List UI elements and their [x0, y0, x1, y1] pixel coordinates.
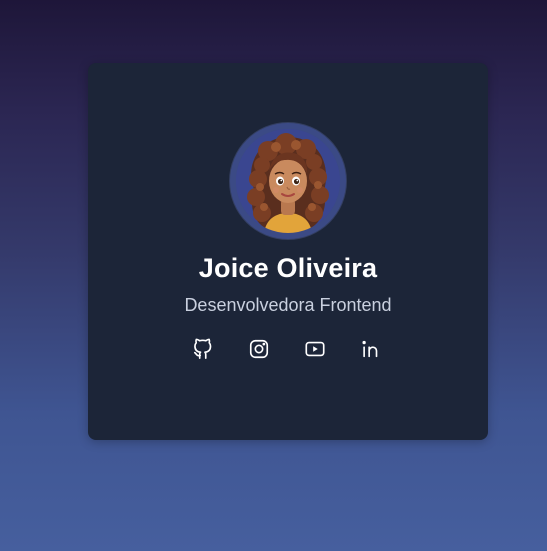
instagram-icon	[249, 339, 269, 359]
github-icon	[193, 338, 212, 359]
social-links	[191, 337, 387, 361]
avatar	[236, 129, 340, 233]
profile-card: Joice Oliveira Desenvolvedora Frontend	[88, 63, 488, 440]
instagram-link[interactable]	[247, 337, 271, 361]
profile-role: Desenvolvedora Frontend	[184, 295, 392, 315]
youtube-icon	[305, 341, 325, 357]
youtube-link[interactable]	[303, 337, 327, 361]
linkedin-icon	[362, 340, 378, 358]
linkedin-link[interactable]	[359, 337, 383, 361]
avatar-illustration	[236, 129, 340, 233]
github-link[interactable]	[191, 337, 215, 361]
profile-name: Joice Oliveira	[198, 253, 378, 283]
avatar-ring	[230, 123, 346, 239]
